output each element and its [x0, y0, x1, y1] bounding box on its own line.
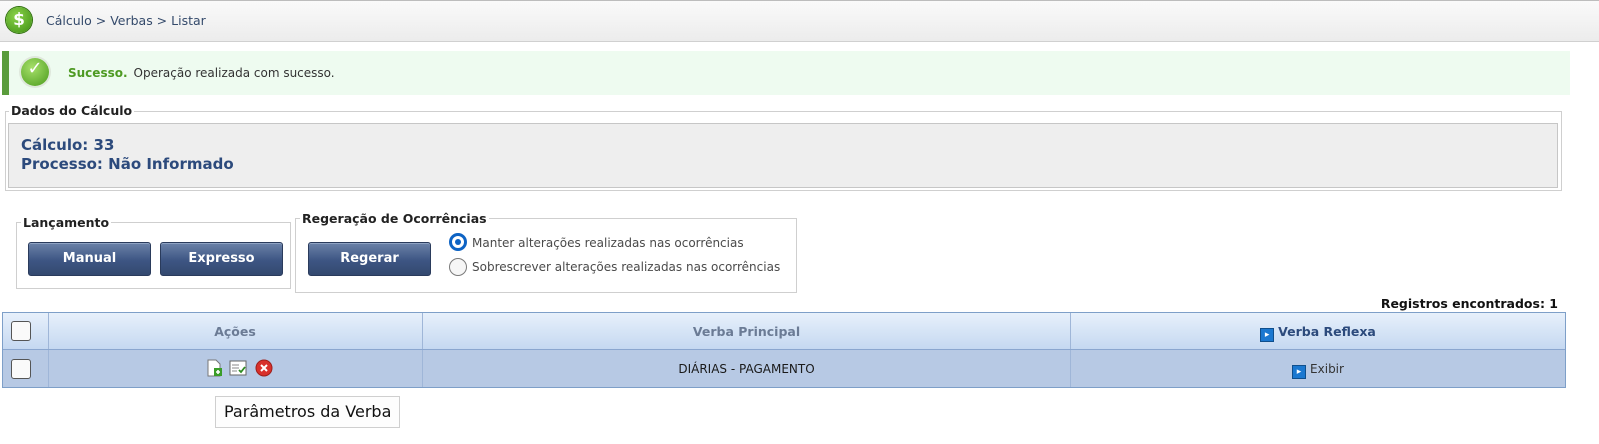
- verbas-table: Ações Verba Principal ▸ Verba Reflexa DI…: [2, 312, 1566, 388]
- calc-number: Cálculo: 33: [21, 136, 115, 154]
- table-row: DIÁRIAS - PAGAMENTO ▸ Exibir: [3, 349, 1565, 387]
- row-verba-principal: DIÁRIAS - PAGAMENTO: [423, 350, 1071, 387]
- header-verba-reflexa-text: Verba Reflexa: [1278, 324, 1376, 339]
- success-text: Operação realizada com sucesso.: [133, 66, 335, 80]
- regeracao-legend: Regeração de Ocorrências: [300, 211, 489, 226]
- exibir-link[interactable]: ▸ Exibir: [1071, 362, 1565, 379]
- parameters-icon[interactable]: [205, 359, 223, 377]
- calc-data-legend: Dados do Cálculo: [9, 103, 135, 118]
- lancamento-legend: Lançamento: [21, 215, 112, 230]
- expand-arrow-icon: ▸: [1260, 328, 1275, 342]
- header-verba-reflexa-label[interactable]: ▸ Verba Reflexa: [1071, 324, 1565, 342]
- tooltip: Parâmetros da Verba: [215, 396, 401, 428]
- header-select-cell: [3, 313, 49, 349]
- row-actions: [48, 350, 423, 387]
- row-verba-reflexa: ▸ Exibir: [1071, 350, 1565, 387]
- success-alert: ✓ Sucesso. Operação realizada com sucesso…: [2, 51, 1570, 95]
- select-all-checkbox[interactable]: [11, 321, 31, 341]
- header-verba-principal[interactable]: Verba Principal: [423, 313, 1071, 349]
- header-verba-principal-label[interactable]: Verba Principal: [423, 324, 1070, 339]
- header-verba-reflexa[interactable]: ▸ Verba Reflexa: [1071, 313, 1565, 349]
- breadcrumb: Cálculo > Verbas > Listar: [46, 13, 206, 28]
- success-title: Sucesso.: [68, 66, 128, 80]
- verba-principal-value: DIÁRIAS - PAGAMENTO: [678, 362, 815, 376]
- row-select-cell: [3, 350, 49, 387]
- radio-manter-label[interactable]: Manter alterações realizadas nas ocorrên…: [472, 236, 744, 250]
- regerar-button[interactable]: Regerar: [308, 242, 431, 276]
- records-count: Registros encontrados: 1: [1380, 296, 1558, 311]
- check-icon: ✓: [21, 58, 49, 86]
- radio-sobrescrever-label[interactable]: Sobrescrever alterações realizadas nas o…: [472, 260, 780, 274]
- radio-manter[interactable]: [449, 233, 467, 251]
- occurrences-icon[interactable]: [229, 359, 247, 377]
- top-bar: $ Cálculo > Verbas > Listar: [0, 0, 1599, 42]
- header-acoes: Ações: [48, 313, 423, 349]
- radio-sobrescrever[interactable]: [449, 258, 467, 276]
- exibir-label[interactable]: Exibir: [1310, 362, 1344, 376]
- process-info: Processo: Não Informado: [21, 155, 234, 173]
- delete-icon[interactable]: [255, 359, 273, 377]
- success-message: Sucesso. Operação realizada com sucesso.: [68, 66, 335, 80]
- table-header: Ações Verba Principal ▸ Verba Reflexa: [3, 313, 1565, 349]
- calc-data-box: [8, 123, 1558, 188]
- row-checkbox[interactable]: [11, 359, 31, 379]
- manual-button[interactable]: Manual: [28, 242, 151, 276]
- header-acoes-label: Ações: [214, 324, 256, 339]
- dollar-logo-icon: $: [6, 7, 32, 33]
- expresso-button[interactable]: Expresso: [160, 242, 283, 276]
- expand-arrow-icon: ▸: [1292, 365, 1307, 379]
